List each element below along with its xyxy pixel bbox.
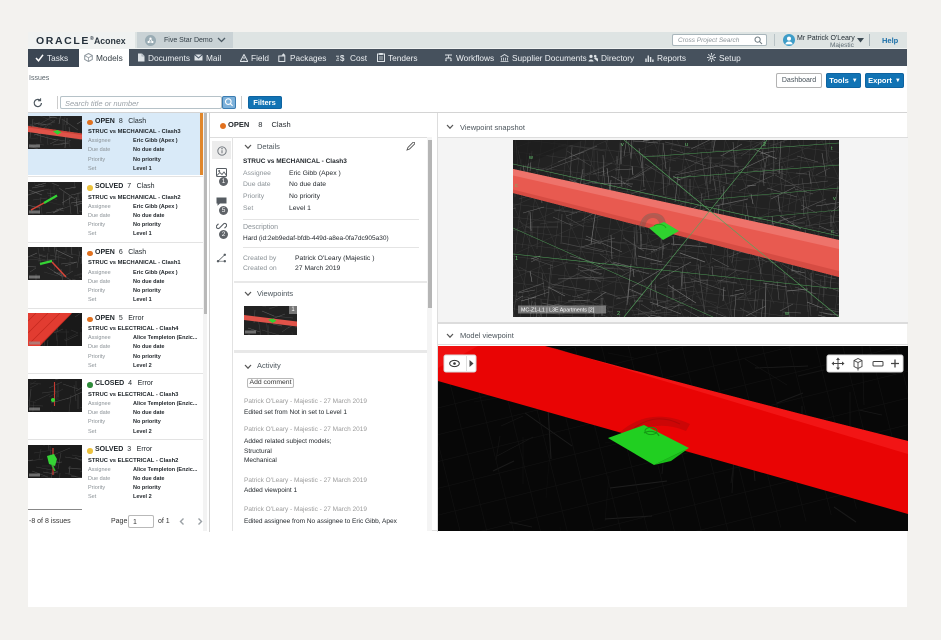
svg-text:v: v <box>621 142 624 148</box>
svg-text:$: $ <box>340 54 345 62</box>
svg-text:w: w <box>784 311 789 317</box>
svg-text:u: u <box>685 142 688 148</box>
svg-text:2: 2 <box>617 311 620 317</box>
svg-text:c: c <box>831 229 834 235</box>
svg-text:v: v <box>833 196 836 202</box>
svg-text:w: w <box>528 155 533 161</box>
svg-text:c: c <box>515 183 518 189</box>
svg-text:2: 2 <box>763 142 766 148</box>
svg-text:1: 1 <box>515 256 518 262</box>
svg-text:MC-Z1-L1 | L3E Apartments [2]: MC-Z1-L1 | L3E Apartments [2] <box>521 308 595 314</box>
